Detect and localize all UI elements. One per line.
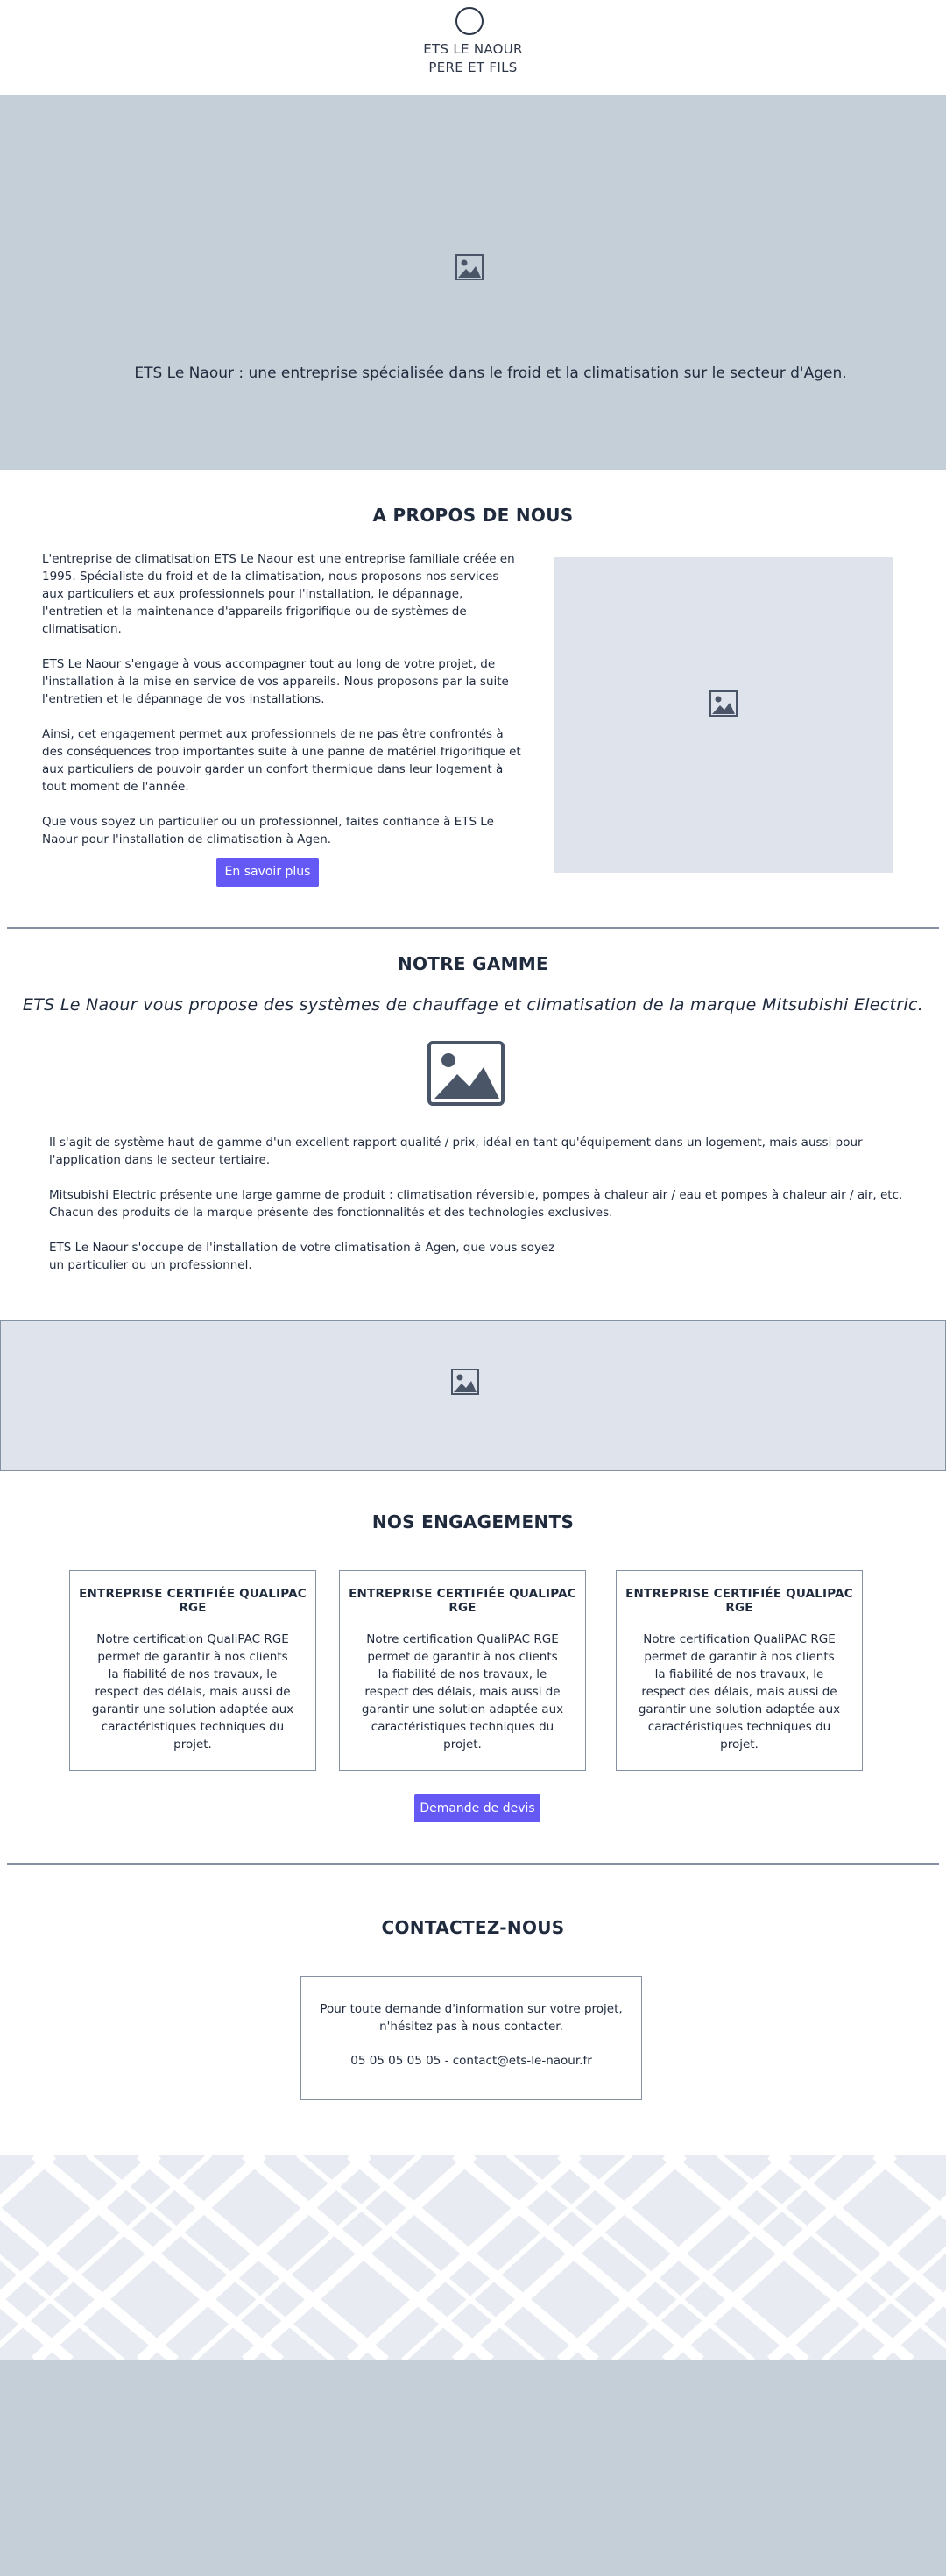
contact-line-1: Pour toute demande d'information sur vot… (320, 2002, 623, 2016)
engagements-title: NOS ENGAGEMENTS (371, 1511, 575, 1532)
contact-title: CONTACTEZ-NOUS (381, 1917, 565, 1938)
card-title: ENTREPRISE CERTIFIÉE QUALIPAC RGE (79, 1587, 307, 1615)
quote-request-button[interactable]: Demande de devis (414, 1794, 540, 1822)
engagement-card: ENTREPRISE CERTIFIÉE QUALIPAC RGE Notre … (339, 1570, 586, 1771)
page: ETS LE NAOUR PERE ET FILS ETS Le Naour :… (0, 0, 946, 2576)
image-placeholder-icon (455, 254, 484, 280)
brand-line-1: ETS LE NAOUR (423, 41, 523, 57)
learn-more-button[interactable]: En savoir plus (216, 858, 319, 887)
about-text: L'entreprise de climatisation ETS Le Nao… (42, 550, 524, 866)
engagement-card: ENTREPRISE CERTIFIÉE QUALIPAC RGE Notre … (69, 1570, 316, 1771)
brand-line-2: PERE ET FILS (428, 60, 518, 75)
footer-band (0, 2360, 946, 2576)
contact-box: Pour toute demande d'information sur vot… (300, 1976, 642, 2100)
gamme-paragraph: ETS Le Naour s'occupe de l'installation … (49, 1241, 555, 1272)
logo-circle-icon[interactable] (455, 7, 484, 35)
image-placeholder-icon (710, 690, 738, 717)
decorative-pattern (0, 2155, 946, 2360)
gamme-subtitle: ETS Le Naour vous propose des systèmes d… (22, 995, 924, 1015)
image-placeholder-icon (451, 1369, 479, 1395)
about-paragraph: L'entreprise de climatisation ETS Le Nao… (42, 552, 515, 636)
about-image (554, 557, 893, 873)
contact-line-2: n'hésitez pas à nous contacter. (379, 2020, 563, 2034)
grid-pattern-icon (0, 2155, 946, 2360)
about-paragraph: ETS Le Naour s'engage à vous accompagner… (42, 657, 509, 706)
gamme-paragraph: Il s'agit de système haut de gamme d'un … (49, 1136, 863, 1167)
product-image-icon (427, 1041, 505, 1106)
contact-phone-email[interactable]: 05 05 05 05 05 - contact@ets-le-naour.fr (301, 2052, 641, 2070)
gamme-paragraph: Mitsubishi Electric présente une large g… (49, 1188, 903, 1220)
card-title: ENTREPRISE CERTIFIÉE QUALIPAC RGE (349, 1587, 576, 1615)
image-banner (0, 1320, 946, 1471)
card-title: ENTREPRISE CERTIFIÉE QUALIPAC RGE (625, 1587, 853, 1615)
brand-name[interactable]: ETS LE NAOUR PERE ET FILS (0, 40, 946, 77)
section-divider (7, 1863, 939, 1865)
engagement-card: ENTREPRISE CERTIFIÉE QUALIPAC RGE Notre … (616, 1570, 863, 1771)
about-paragraph: Que vous soyez un particulier ou un prof… (42, 815, 494, 846)
about-title: A PROPOS DE NOUS (372, 505, 574, 526)
card-text: Notre certification QualiPAC RGE permet … (361, 1632, 564, 1752)
gamme-title: NOTRE GAMME (397, 953, 549, 974)
hero-tagline: ETS Le Naour : une entreprise spécialisé… (134, 364, 847, 382)
hero-banner: ETS Le Naour : une entreprise spécialisé… (0, 95, 946, 470)
card-text: Notre certification QualiPAC RGE permet … (638, 1632, 841, 1752)
site-header: ETS LE NAOUR PERE ET FILS (0, 0, 946, 95)
about-paragraph: Ainsi, cet engagement permet aux profess… (42, 727, 521, 794)
section-divider (7, 927, 939, 929)
card-text: Notre certification QualiPAC RGE permet … (91, 1632, 294, 1752)
gamme-text: Il s'agit de système haut de gamme d'un … (49, 1134, 907, 1292)
